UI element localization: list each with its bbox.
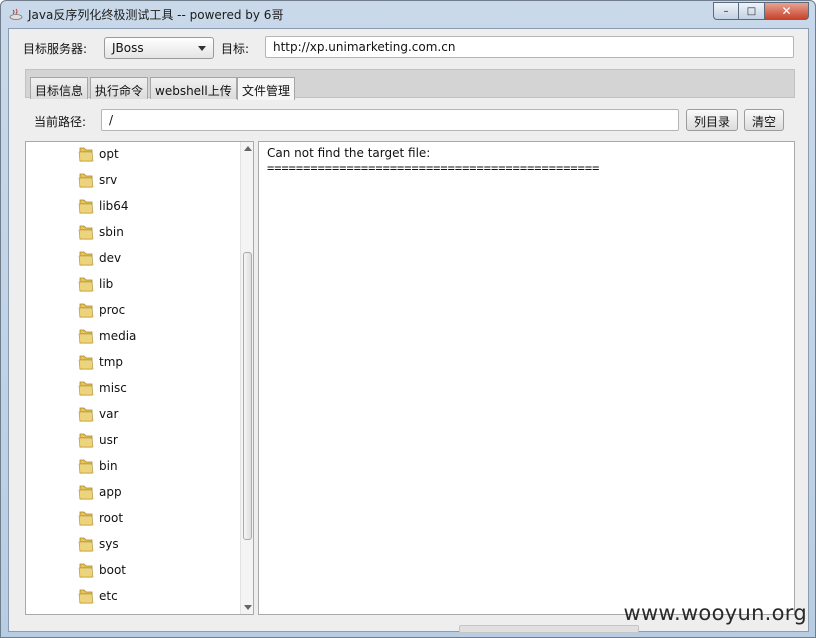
- tree-item-label: boot: [99, 563, 127, 577]
- folder-icon: [77, 171, 95, 189]
- title-bar[interactable]: Java反序列化终极测试工具 -- powered by 6哥 – □ ✕: [1, 1, 815, 27]
- tree-item-label: dev: [99, 251, 122, 265]
- folder-icon: [77, 509, 95, 527]
- tree-item[interactable]: misc: [77, 377, 127, 399]
- tree-item[interactable]: media: [77, 325, 136, 347]
- folder-icon: [77, 457, 95, 475]
- folder-icon: [77, 197, 95, 215]
- target-url-input[interactable]: http://xp.unimarketing.com.cn: [265, 36, 794, 58]
- folder-icon: [77, 249, 95, 267]
- directory-tree[interactable]: opt srv lib64 sbin dev lib proc media tmp misc var…: [25, 141, 254, 615]
- tree-item-label: bin: [99, 459, 118, 473]
- maximize-button[interactable]: □: [739, 2, 765, 20]
- tree-item[interactable]: app: [77, 481, 122, 503]
- folder-icon: [77, 301, 95, 319]
- list-directory-button[interactable]: 列目录: [686, 109, 738, 131]
- folder-icon: [77, 405, 95, 423]
- tree-item[interactable]: root: [77, 507, 123, 529]
- output-panel[interactable]: Can not find the target file: ==========…: [258, 141, 795, 615]
- tree-item[interactable]: dev: [77, 247, 121, 269]
- java-app-icon: [9, 8, 23, 20]
- tree-item-label: media: [99, 329, 137, 343]
- window-title: Java反序列化终极测试工具 -- powered by 6哥: [28, 8, 284, 22]
- tree-item-label: misc: [99, 381, 127, 395]
- tree-item-label: root: [99, 511, 124, 525]
- output-separator: ========================================…: [267, 161, 600, 175]
- folder-icon: [77, 587, 95, 605]
- app-window: Java反序列化终极测试工具 -- powered by 6哥 – □ ✕ 目标…: [0, 0, 816, 638]
- folder-icon: [77, 379, 95, 397]
- tree-item[interactable]: bin: [77, 455, 118, 477]
- server-select-value: JBoss: [112, 41, 144, 55]
- tree-item[interactable]: sbin: [77, 221, 124, 243]
- tree-item[interactable]: var: [77, 403, 118, 425]
- tree-item-label: srv: [99, 173, 118, 187]
- tree-item-label: var: [99, 407, 119, 421]
- folder-icon: [77, 353, 95, 371]
- folder-icon: [77, 145, 95, 163]
- path-input[interactable]: /: [101, 109, 679, 131]
- clear-button[interactable]: 清空: [744, 109, 784, 131]
- tree-item[interactable]: tmp: [77, 351, 123, 373]
- target-label: 目标:: [221, 42, 250, 56]
- folder-icon: [77, 223, 95, 241]
- folder-icon: [77, 535, 95, 553]
- tree-item-label: usr: [99, 433, 118, 447]
- tab-webshell-upload[interactable]: webshell上传: [150, 77, 237, 99]
- tree-item[interactable]: usr: [77, 429, 118, 451]
- minimize-button[interactable]: –: [713, 2, 739, 20]
- tree-item[interactable]: srv: [77, 169, 117, 191]
- scroll-down-icon[interactable]: [244, 605, 252, 610]
- server-label: 目标服务器:: [23, 42, 88, 56]
- path-label: 当前路径:: [34, 115, 87, 129]
- tree-item[interactable]: proc: [77, 299, 125, 321]
- tree-item-label: sys: [99, 537, 119, 551]
- tree-item[interactable]: etc: [77, 585, 118, 607]
- tree-item-label: proc: [99, 303, 126, 317]
- folder-icon: [77, 431, 95, 449]
- tab-strip: 目标信息 执行命令 webshell上传 文件管理: [25, 69, 795, 100]
- horizontal-scrollbar[interactable]: [459, 625, 639, 633]
- output-line: Can not find the target file:: [267, 146, 431, 160]
- watermark: www.wooyun.org: [623, 601, 807, 625]
- tree-item-label: opt: [99, 147, 119, 161]
- tree-item-label: etc: [99, 589, 118, 603]
- tree-item-label: app: [99, 485, 122, 499]
- tree-item[interactable]: lib: [77, 273, 113, 295]
- folder-icon: [77, 275, 95, 293]
- tab-file-manager[interactable]: 文件管理: [237, 77, 296, 100]
- tab-target-info[interactable]: 目标信息: [30, 77, 89, 99]
- tree-item-label: sbin: [99, 225, 124, 239]
- client-area: 目标服务器: JBoss 目标: http://xp.unimarketing.…: [8, 28, 809, 633]
- folder-icon: [77, 561, 95, 579]
- tree-item[interactable]: lib64: [77, 195, 129, 217]
- tree-item-label: lib64: [99, 199, 129, 213]
- scroll-thumb[interactable]: [243, 252, 252, 540]
- tree-item-label: tmp: [99, 355, 124, 369]
- tree-item[interactable]: opt: [77, 143, 119, 165]
- tree-scrollbar[interactable]: [240, 142, 253, 614]
- server-select[interactable]: JBoss: [104, 37, 214, 59]
- close-button[interactable]: ✕: [765, 2, 809, 20]
- tree-item-label: lib: [99, 277, 114, 291]
- folder-icon: [77, 327, 95, 345]
- tree-item[interactable]: sys: [77, 533, 119, 555]
- folder-icon: [77, 483, 95, 501]
- scroll-up-icon[interactable]: [244, 146, 252, 151]
- caption-buttons: – □ ✕: [713, 2, 809, 20]
- chevron-down-icon: [198, 46, 206, 51]
- tab-exec-command[interactable]: 执行命令: [90, 77, 149, 99]
- tree-item[interactable]: boot: [77, 559, 126, 581]
